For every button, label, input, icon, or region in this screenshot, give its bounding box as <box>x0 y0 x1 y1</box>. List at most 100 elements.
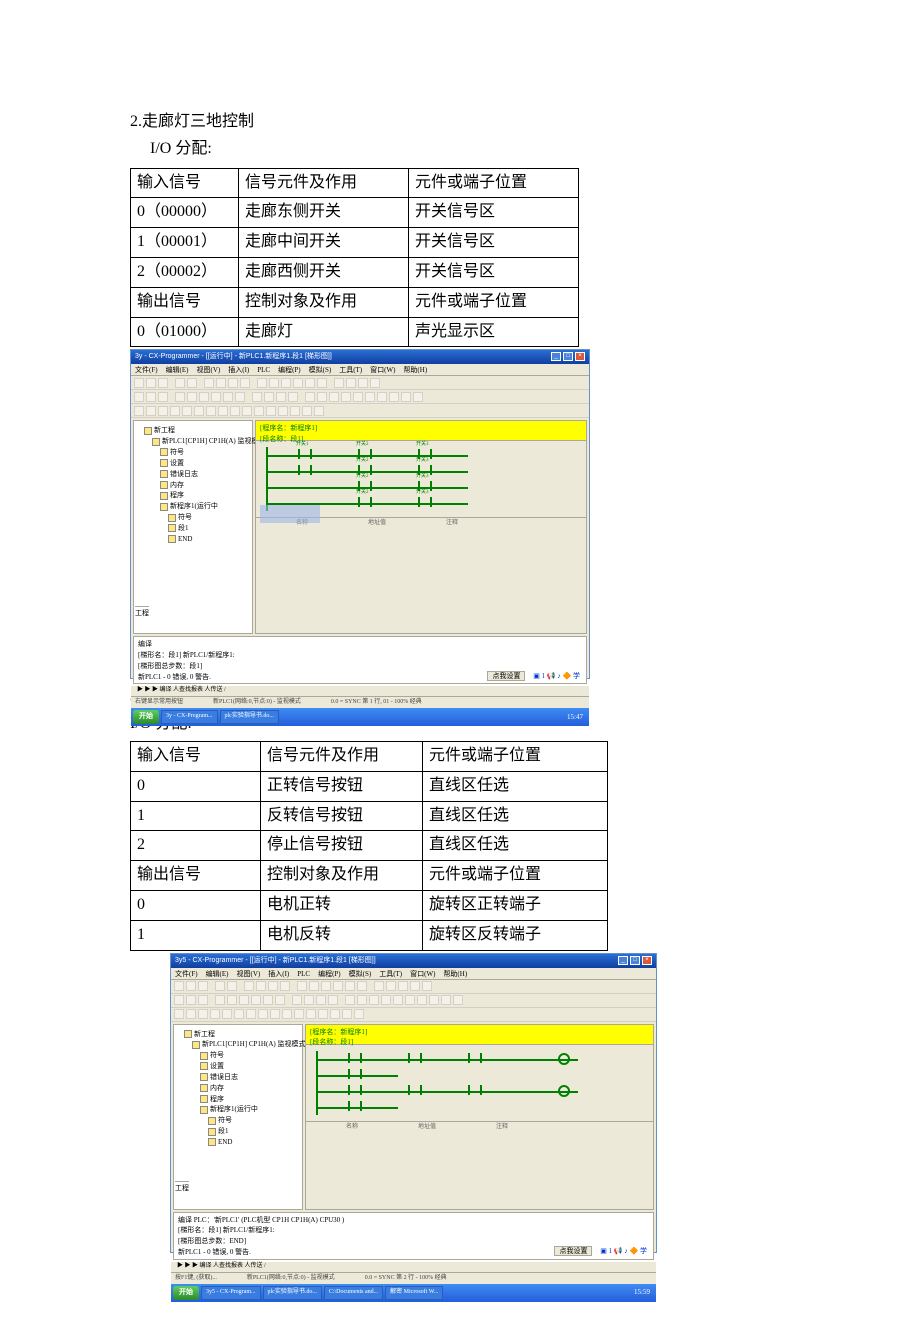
toolbar-button[interactable] <box>266 406 276 416</box>
taskbar-item[interactable]: plc实验指导书.do... <box>220 710 279 724</box>
toolbar-button[interactable] <box>374 981 384 991</box>
toolbar-button[interactable] <box>174 995 184 1005</box>
toolbar-button[interactable] <box>334 378 344 388</box>
toolbar-button[interactable] <box>204 378 214 388</box>
toolbar-button[interactable] <box>410 981 420 991</box>
toolbar-button[interactable] <box>269 378 279 388</box>
contact-icon[interactable]: 开关1 <box>298 449 312 459</box>
toolbar-button[interactable] <box>453 995 463 1005</box>
toolbar-button[interactable] <box>246 1009 256 1019</box>
toolbar-button[interactable] <box>401 392 411 402</box>
toolbar-button[interactable] <box>393 995 403 1005</box>
menu-item[interactable]: 编辑(E) <box>166 365 189 374</box>
close-icon[interactable]: × <box>575 352 585 361</box>
toolbar-button[interactable] <box>240 378 250 388</box>
contact-icon[interactable] <box>298 465 312 475</box>
bottom-link-icons[interactable]: ▣ 1 📢 ♪ 🔶 学 <box>533 672 580 680</box>
toolbar-button[interactable] <box>316 995 326 1005</box>
close-icon[interactable]: × <box>642 956 652 965</box>
menu-item[interactable]: 文件(F) <box>175 969 198 978</box>
toolbar-button[interactable] <box>268 981 278 991</box>
toolbar-button[interactable] <box>413 392 423 402</box>
toolbar-button[interactable] <box>345 995 355 1005</box>
toolbar-button[interactable] <box>341 392 351 402</box>
minimize-icon[interactable]: _ <box>618 956 628 965</box>
toolbar-button[interactable] <box>306 1009 316 1019</box>
taskbar-item[interactable]: 3y - CX-Program... <box>161 710 218 724</box>
toolbar-button[interactable] <box>354 1009 364 1019</box>
toolbar-button[interactable] <box>146 406 156 416</box>
toolbar-button[interactable] <box>276 392 286 402</box>
minimize-icon[interactable]: _ <box>551 352 561 361</box>
project-tree[interactable]: 新工程 新PLC1[CP1H] CP1H(A) 监视模式 符号 设置 错误日志 … <box>133 420 253 634</box>
toolbar-button[interactable] <box>398 981 408 991</box>
toolbar-button[interactable] <box>290 406 300 416</box>
toolbar-button[interactable] <box>175 392 185 402</box>
toolbar-button[interactable] <box>211 392 221 402</box>
toolbar-button[interactable] <box>244 981 254 991</box>
menu-item[interactable]: 窗口(W) <box>370 365 395 374</box>
toolbar-button[interactable] <box>230 406 240 416</box>
toolbar-button[interactable] <box>280 981 290 991</box>
toolbar-button[interactable] <box>174 1009 184 1019</box>
toolbar-button[interactable] <box>210 1009 220 1019</box>
menu-item[interactable]: 编辑(E) <box>206 969 229 978</box>
toolbar-button[interactable] <box>270 1009 280 1019</box>
toolbar-button[interactable] <box>294 1009 304 1019</box>
toolbar-button[interactable] <box>317 378 327 388</box>
tree-tab[interactable]: 工程 <box>175 1181 189 1194</box>
start-button[interactable]: 开始 <box>133 710 159 724</box>
ladder-rung[interactable] <box>316 1051 643 1067</box>
toolbar-button[interactable] <box>357 995 367 1005</box>
menu-item[interactable]: 工具(T) <box>379 969 402 978</box>
toolbar-button[interactable] <box>405 995 415 1005</box>
toolbar-button[interactable] <box>342 1009 352 1019</box>
clear-button[interactable]: 点我设置 <box>554 1246 592 1256</box>
contact-icon[interactable] <box>468 1085 482 1095</box>
taskbar-item[interactable]: C:\Documents and... <box>324 1286 383 1300</box>
toolbar-button[interactable] <box>305 392 315 402</box>
menu-item[interactable]: 帮助(H) <box>443 969 467 978</box>
ladder-editor[interactable]: [程序名：新程序1] [段名称：段1] <box>305 1024 654 1210</box>
toolbar-button[interactable] <box>254 406 264 416</box>
toolbar-button[interactable] <box>222 1009 232 1019</box>
toolbar-button[interactable] <box>422 981 432 991</box>
toolbar-button[interactable] <box>199 392 209 402</box>
contact-icon[interactable]: 开关3 <box>418 497 432 507</box>
toolbar-button[interactable] <box>321 981 331 991</box>
ladder-editor[interactable]: [程序名：新程序1] [段名称：段1] 开关1 开关2 开关3 开关2 开关3 <box>255 420 587 634</box>
toolbar-button[interactable] <box>429 995 439 1005</box>
toolbar-button[interactable] <box>370 378 380 388</box>
toolbar-button[interactable] <box>198 1009 208 1019</box>
toolbar-button[interactable] <box>223 392 233 402</box>
toolbar-button[interactable] <box>227 981 237 991</box>
toolbar-button[interactable] <box>175 378 185 388</box>
menu-item[interactable]: 编程(P) <box>318 969 341 978</box>
taskbar-item[interactable]: plc实验指导书.do... <box>263 1286 322 1300</box>
toolbar-button[interactable] <box>174 981 184 991</box>
clear-button[interactable]: 点我设置 <box>487 671 525 681</box>
contact-icon[interactable]: 开关2 <box>358 497 372 507</box>
toolbar-button[interactable] <box>194 406 204 416</box>
contact-icon[interactable] <box>348 1101 362 1111</box>
contact-icon[interactable] <box>348 1085 362 1095</box>
menu-item[interactable]: 插入(I) <box>268 969 289 978</box>
contact-icon[interactable] <box>408 1085 422 1095</box>
menu-item[interactable]: 帮助(H) <box>403 365 427 374</box>
output-tabs[interactable]: ▶ ▶ ▶ 编译 人查找报表 人传送 / <box>171 1262 656 1272</box>
toolbar-button[interactable] <box>251 995 261 1005</box>
toolbar-button[interactable] <box>258 1009 268 1019</box>
toolbar-button[interactable] <box>182 406 192 416</box>
toolbar-button[interactable] <box>345 981 355 991</box>
contact-icon[interactable] <box>408 1053 422 1063</box>
toolbar-button[interactable] <box>314 406 324 416</box>
menu-item[interactable]: 模拟(S) <box>309 365 332 374</box>
toolbar-button[interactable] <box>369 995 379 1005</box>
toolbar-button[interactable] <box>292 995 302 1005</box>
system-tray[interactable]: 15:47 <box>567 712 587 723</box>
toolbar-button[interactable] <box>386 981 396 991</box>
ladder-rung[interactable] <box>316 1099 643 1115</box>
toolbar-button[interactable] <box>218 406 228 416</box>
toolbar-button[interactable] <box>242 406 252 416</box>
coil-icon[interactable] <box>558 1085 570 1097</box>
